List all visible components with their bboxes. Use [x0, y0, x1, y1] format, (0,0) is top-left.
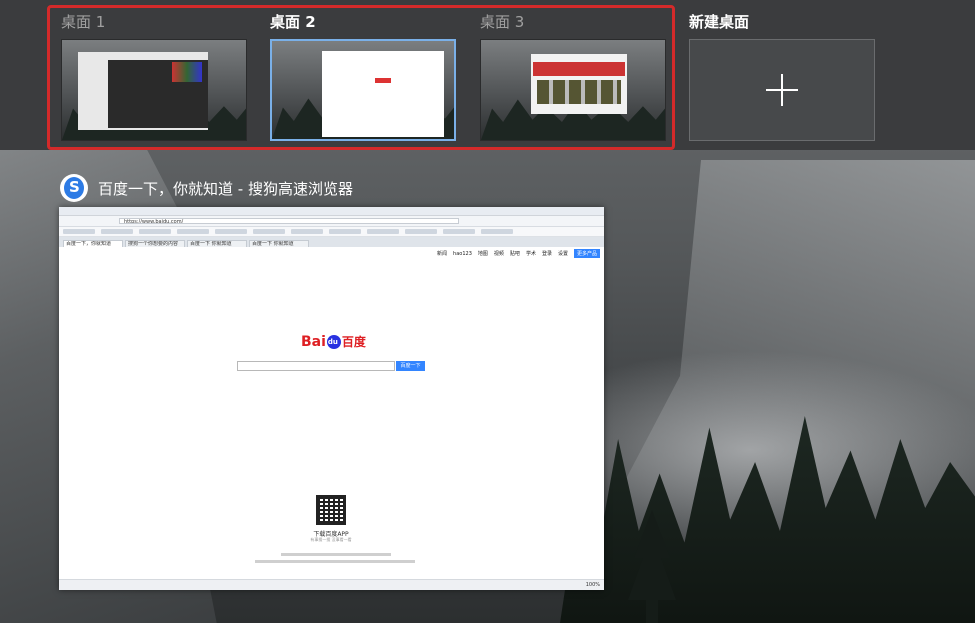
bookmark — [481, 229, 513, 234]
footer-copyright — [255, 560, 415, 563]
bookmark — [291, 229, 323, 234]
mini-color-picker — [172, 62, 202, 82]
bookmark — [101, 229, 133, 234]
new-desktop-label: 新建桌面 — [689, 13, 750, 31]
new-desktop-button[interactable] — [689, 39, 875, 141]
desktop-1-thumbnail[interactable] — [61, 39, 247, 141]
bookmark — [139, 229, 171, 234]
browser-bookmarks-bar — [59, 227, 604, 237]
desktop-3-thumbnail[interactable] — [480, 39, 666, 141]
baidu-top-links: 新闻 hao123 地图 视频 贴吧 学术 登录 设置 更多产品 — [437, 249, 600, 258]
top-link: 设置 — [557, 251, 568, 257]
window-preview[interactable]: https://www.baidu.com/ 百度一下，你就知道 搜狗一个你想要… — [59, 207, 604, 590]
baidu-page: 新闻 hao123 地图 视频 贴吧 学术 登录 设置 更多产品 Bai 百度 … — [59, 247, 604, 580]
bookmark — [177, 229, 209, 234]
mini-baidu-logo — [375, 78, 391, 83]
mini-grid — [537, 80, 621, 104]
desktop-2-label: 桌面 2 — [270, 13, 316, 31]
baidu-search-button: 百度一下 — [396, 361, 425, 371]
top-link: 登录 — [541, 251, 552, 257]
baidu-logo: Bai 百度 — [301, 333, 366, 350]
browser-tab: 百度一下，你就知道 — [63, 240, 123, 247]
zoom-level: 100% — [585, 582, 600, 588]
top-link: 地图 — [477, 251, 488, 257]
plus-icon — [766, 74, 798, 106]
baidu-logo-text: Bai — [301, 333, 326, 350]
mini-browser-window — [322, 51, 444, 137]
baidu-search-input — [237, 361, 395, 371]
new-desktop[interactable]: 新建桌面 — [689, 12, 875, 141]
virtual-desktops-bar: 桌面 1 桌面 2 桌面 3 新建桌面 — [0, 0, 975, 150]
bookmark — [63, 229, 95, 234]
browser-address-bar: https://www.baidu.com/ — [119, 218, 459, 224]
top-link: 贴吧 — [509, 251, 520, 257]
sogou-browser-icon — [60, 174, 88, 202]
mini-banner — [533, 62, 625, 76]
browser-tab: 搜狗一个你想要的内容 — [125, 240, 185, 247]
top-link: hao123 — [453, 250, 472, 257]
desktop-2[interactable]: 桌面 2 — [270, 12, 456, 141]
browser-toolbar: https://www.baidu.com/ — [59, 216, 604, 227]
baidu-logo-chinese: 百度 — [341, 335, 366, 349]
bookmark — [405, 229, 437, 234]
desktop-3-label: 桌面 3 — [480, 13, 525, 31]
browser-titlebar — [59, 207, 604, 216]
browser-tab: 百度一下 你就知道 — [187, 240, 247, 247]
desktop-1-label: 桌面 1 — [61, 13, 106, 31]
qr-code — [316, 495, 346, 525]
bookmark — [215, 229, 247, 234]
desktop-3[interactable]: 桌面 3 — [480, 12, 666, 141]
top-link: 视频 — [493, 251, 504, 257]
bookmark — [253, 229, 285, 234]
more-products-button: 更多产品 — [573, 249, 600, 258]
footer-links — [281, 553, 391, 556]
qr-subtitle: 有事搜一搜 没事看一看 — [310, 537, 352, 542]
window-title: 百度一下，你就知道 - 搜狗高速浏览器 — [98, 179, 353, 198]
top-link: 学术 — [525, 251, 536, 257]
bookmark — [329, 229, 361, 234]
browser-status-bar: 100% — [59, 579, 604, 590]
baidu-paw-icon — [326, 334, 341, 349]
browser-tab: 百度一下 你就知道 — [249, 240, 309, 247]
bookmark — [443, 229, 475, 234]
bookmark — [367, 229, 399, 234]
window-title-bar[interactable]: 百度一下，你就知道 - 搜狗高速浏览器 — [60, 173, 353, 203]
top-link: 新闻 — [437, 251, 448, 257]
desktop-2-thumbnail[interactable] — [270, 39, 456, 141]
desktop-1[interactable]: 桌面 1 — [61, 12, 247, 141]
